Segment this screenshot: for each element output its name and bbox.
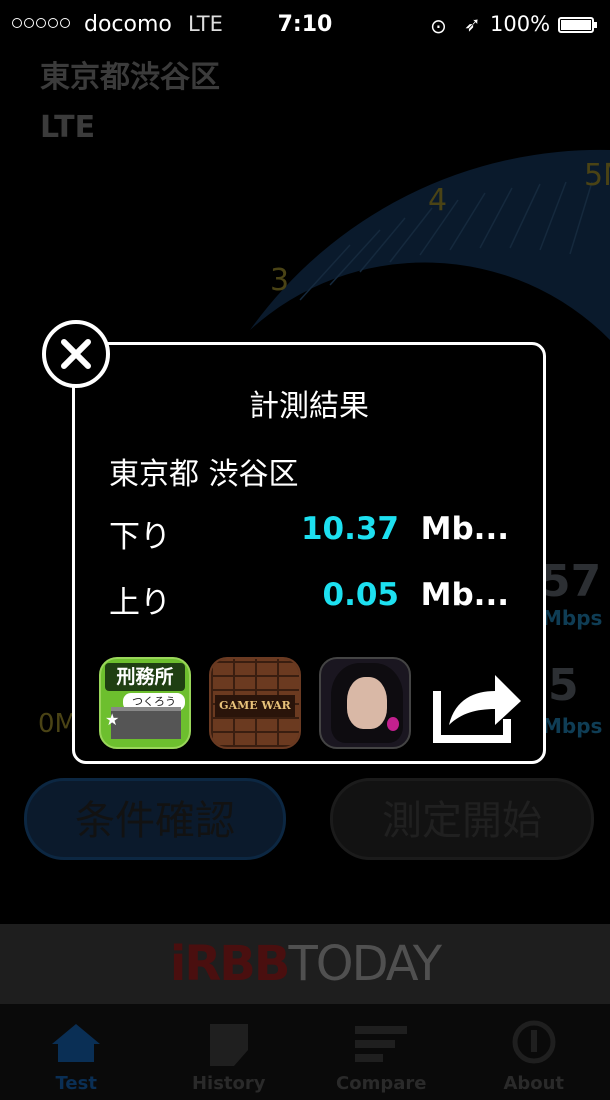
result-dialog: 計測結果 東京都 渋谷区 下り 10.37 Mb... 上り 0.05 Mb..… xyxy=(72,342,546,764)
tab-label-compare: Compare xyxy=(336,1073,427,1094)
gauge-tick-3: 3 xyxy=(270,263,289,298)
banner-brand-part2: TODAY xyxy=(288,936,442,992)
close-icon xyxy=(61,339,91,369)
prison-game-title: 刑務所 xyxy=(105,663,185,691)
history-icon xyxy=(209,1024,248,1066)
download-label: 下り xyxy=(109,519,171,555)
upload-row: 上り 0.05 Mb... xyxy=(109,577,509,621)
close-button[interactable] xyxy=(42,320,110,388)
download-unit: Mb... xyxy=(420,511,509,547)
upload-value: 0.05 xyxy=(322,577,400,613)
bg-download-unit: Mbps xyxy=(542,606,603,630)
character-accent-graphic xyxy=(387,717,399,731)
bg-download-value: 57 xyxy=(540,556,602,607)
game-war-app-icon[interactable]: GAME WAR xyxy=(209,657,301,749)
battery-icon xyxy=(558,17,597,33)
tab-compare[interactable]: Compare xyxy=(305,1004,458,1100)
anime-girl-app-icon[interactable] xyxy=(319,657,411,749)
gauge-tick-5: 5M xyxy=(584,158,610,193)
dialog-title: 計測結果 xyxy=(249,389,369,424)
location-arrow-icon: ➶ xyxy=(464,12,481,36)
info-icon xyxy=(512,1020,556,1064)
rotation-lock-icon: ⊙ xyxy=(430,14,447,38)
star-icon: ★ xyxy=(105,710,120,729)
check-conditions-button[interactable]: 条件確認 xyxy=(24,778,286,860)
tab-label-about: About xyxy=(503,1073,565,1094)
bg-upload-unit: Mbps xyxy=(542,714,603,738)
upload-label: 上り xyxy=(109,585,171,621)
tab-label-test: Test xyxy=(55,1073,97,1094)
rbb-today-banner[interactable]: iRBBTODAY xyxy=(0,924,610,1004)
upload-unit: Mb... xyxy=(420,577,509,613)
tab-test[interactable]: Test xyxy=(0,1004,153,1100)
download-row: 下り 10.37 Mb... xyxy=(109,511,509,555)
status-bar: docomo LTE 7:10 ⊙ ➶ 100% xyxy=(0,0,610,50)
download-value: 10.37 xyxy=(300,511,399,547)
character-face-graphic xyxy=(347,677,387,729)
tab-bar: Test History Compare About xyxy=(0,1004,610,1100)
banner-brand-part1: iRBB xyxy=(169,936,291,992)
building-graphic xyxy=(111,707,181,739)
bg-upload-value: 5 xyxy=(548,660,579,711)
tab-history[interactable]: History xyxy=(153,1004,306,1100)
battery-percent: 100% xyxy=(490,12,551,36)
share-icon[interactable] xyxy=(433,663,525,743)
start-measurement-button[interactable]: 測定開始 xyxy=(330,778,594,860)
home-icon xyxy=(52,1024,101,1062)
tab-about[interactable]: About xyxy=(458,1004,610,1100)
result-location: 東京都 渋谷区 xyxy=(109,457,299,492)
gauge-tick-4: 4 xyxy=(428,183,447,218)
prison-game-app-icon[interactable]: 刑務所 つくろう ★ xyxy=(99,657,191,749)
compare-icon xyxy=(355,1026,408,1062)
tab-label-history: History xyxy=(191,1073,266,1094)
game-war-logo: GAME WAR xyxy=(215,695,295,717)
